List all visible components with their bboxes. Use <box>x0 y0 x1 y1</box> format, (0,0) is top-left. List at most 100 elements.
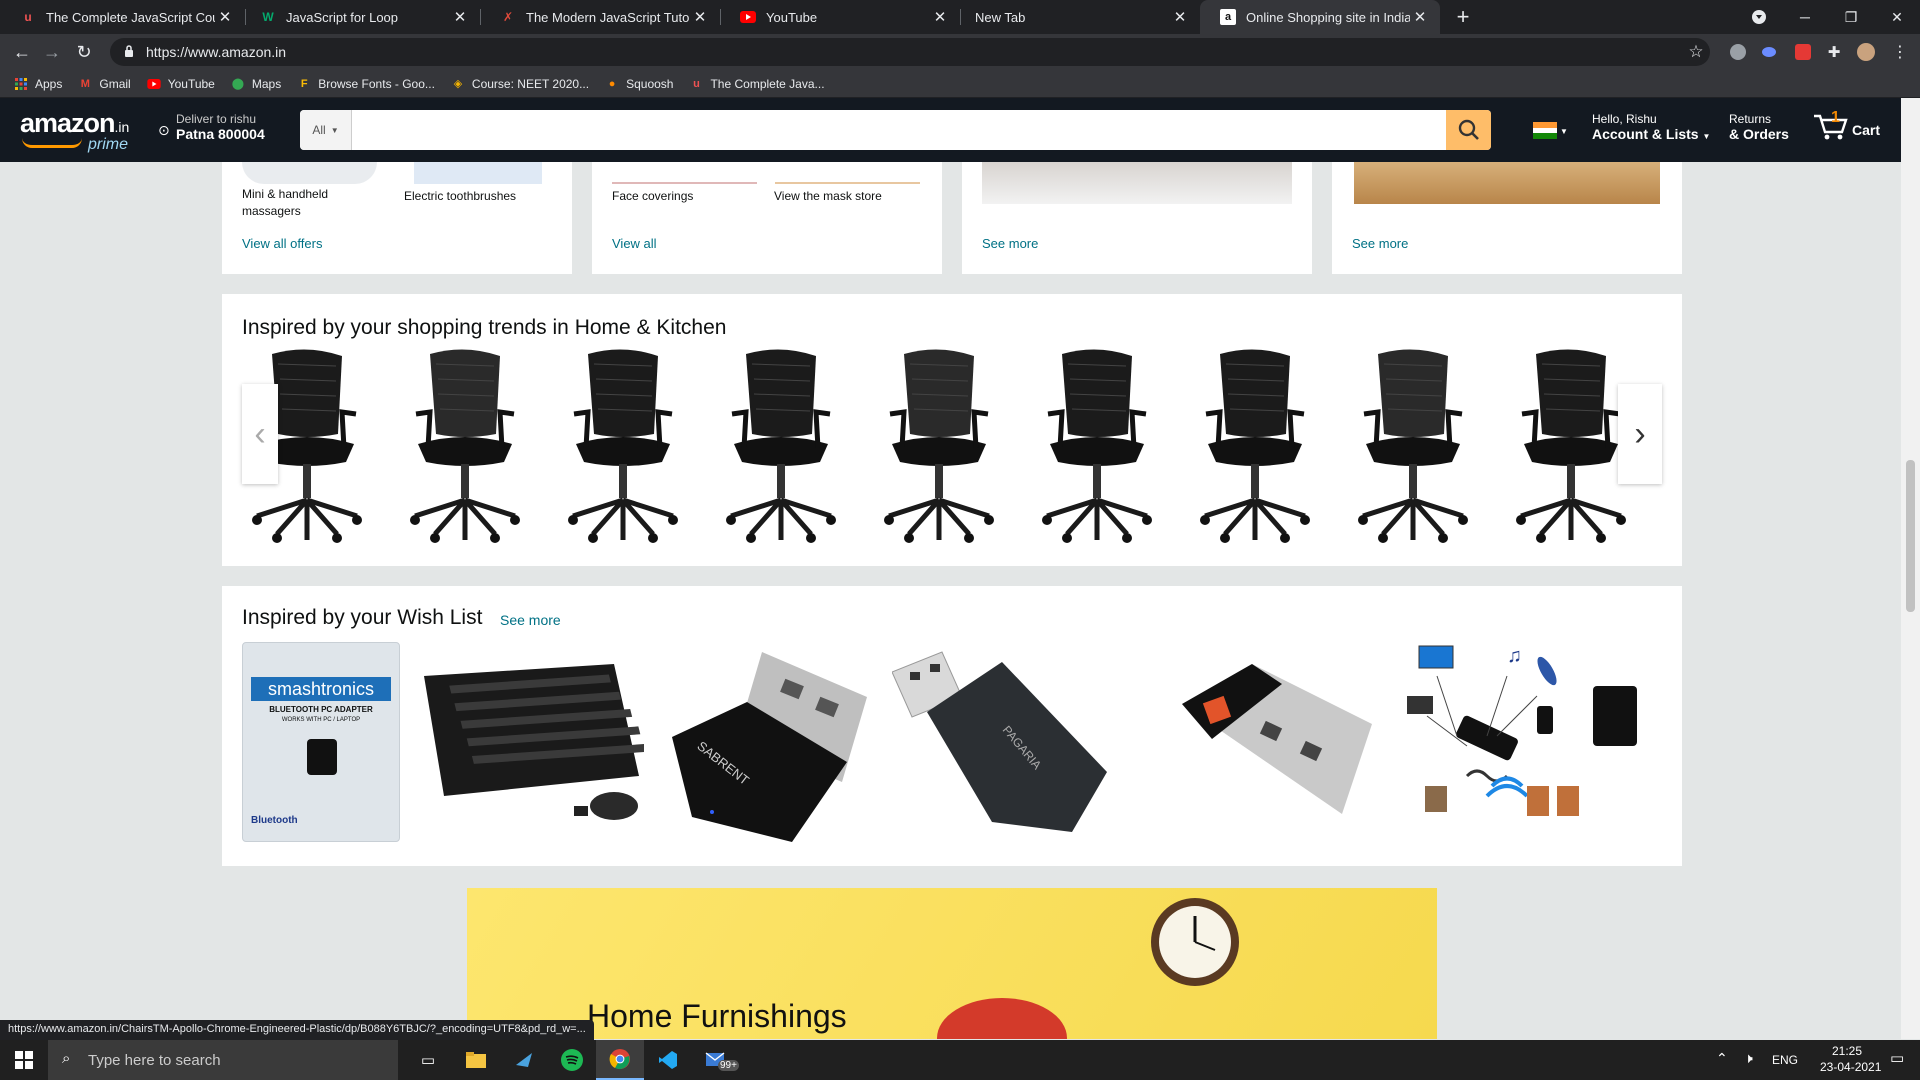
bookmark-squoosh[interactable]: ● Squoosh <box>605 77 674 91</box>
carousel-prev-button[interactable]: ‹ <box>242 384 278 484</box>
chrome-menu-icon[interactable]: ⋮ <box>1888 40 1912 64</box>
profile-menu-icon[interactable] <box>1736 0 1782 34</box>
bookmark-neet-course[interactable]: ◈ Course: NEET 2020... <box>451 77 589 91</box>
clock-date[interactable]: 23-04-2021 <box>1820 1060 1881 1074</box>
bookmark-youtube[interactable]: YouTube <box>147 77 215 91</box>
bluetooth-adapter-product[interactable]: smashtronics BLUETOOTH PC ADAPTER WORKS … <box>242 642 400 842</box>
youtube-icon <box>740 9 756 25</box>
address-bar[interactable]: https://www.amazon.in <box>110 38 1710 66</box>
bookmark-star-icon[interactable]: ☆ <box>1684 40 1708 64</box>
tile-caption[interactable]: Face coverings <box>612 188 693 205</box>
page-scrollbar[interactable] <box>1901 98 1920 1039</box>
see-more-link[interactable]: See more <box>1352 236 1408 251</box>
furniture-image[interactable] <box>982 162 1292 204</box>
file-explorer-icon[interactable] <box>452 1040 500 1080</box>
scrollbar-thumb[interactable] <box>1906 460 1915 612</box>
tile-caption[interactable]: Electric toothbrushes <box>404 188 516 205</box>
close-icon[interactable]: ✕ <box>930 8 950 26</box>
chrome-taskbar-icon[interactable] <box>596 1040 644 1080</box>
tile-caption[interactable]: Mini & handheld massagers <box>242 186 362 220</box>
extensions-puzzle-icon[interactable]: ✚ <box>1822 40 1846 64</box>
search-category-dropdown[interactable]: All ▼ <box>300 110 352 150</box>
volume-icon[interactable]: 🕨 <box>1744 1050 1753 1067</box>
close-icon[interactable]: ✕ <box>690 8 710 26</box>
home-decor-image[interactable] <box>1354 162 1660 204</box>
sabrent-adapter-product[interactable]: SABRENT <box>652 642 882 852</box>
close-icon[interactable]: ✕ <box>215 8 235 26</box>
face-covering-image[interactable] <box>612 162 757 184</box>
tab-new-tab[interactable]: New Tab ✕ <box>955 0 1200 34</box>
tab-udemy[interactable]: u The Complete JavaScript Course ✕ <box>0 0 245 34</box>
bookmark-udemy[interactable]: u The Complete Java... <box>689 77 824 91</box>
close-window-icon[interactable]: ✕ <box>1874 0 1920 34</box>
wishlist-see-more-link[interactable]: See more <box>500 612 561 628</box>
spotify-icon[interactable] <box>548 1040 596 1080</box>
close-icon[interactable]: ✕ <box>450 8 470 26</box>
close-icon[interactable]: ✕ <box>1170 8 1190 26</box>
card-masks: Face coverings View the mask store View … <box>592 162 942 274</box>
tab-title: Online Shopping site in India: Sh <box>1246 9 1410 25</box>
office-chair-product[interactable] <box>1032 344 1162 544</box>
vscode-icon[interactable] <box>644 1040 692 1080</box>
taskbar-search-input[interactable]: ⌕ Type here to search <box>48 1040 398 1080</box>
account-and-lists[interactable]: Hello, Rishu Account & Lists ▼ <box>1592 112 1710 144</box>
avatar[interactable] <box>1857 43 1875 61</box>
usb-receiver-product[interactable] <box>1172 644 1382 844</box>
see-more-link[interactable]: See more <box>982 236 1038 251</box>
bookmark-maps[interactable]: ⬤ Maps <box>231 77 282 91</box>
view-all-link[interactable]: View all <box>612 236 657 251</box>
bookmark-gmail[interactable]: M Gmail <box>78 77 131 91</box>
minimize-icon[interactable]: ─ <box>1782 0 1828 34</box>
lock-icon <box>124 44 134 60</box>
extension-icon-1[interactable] <box>1730 44 1746 60</box>
tab-title: YouTube <box>766 9 818 25</box>
massager-image[interactable] <box>242 162 377 184</box>
india-flag-icon[interactable] <box>1533 122 1557 139</box>
office-chair-product[interactable] <box>874 344 1004 544</box>
w3-icon: W <box>262 10 274 24</box>
returns-and-orders[interactable]: Returns & Orders <box>1729 112 1789 142</box>
view-all-offers-link[interactable]: View all offers <box>242 236 322 251</box>
office-chair-product[interactable] <box>558 344 688 544</box>
language-indicator[interactable]: ENG <box>1772 1053 1798 1067</box>
office-chair-product[interactable] <box>716 344 846 544</box>
office-chair-product[interactable] <box>1506 344 1636 544</box>
mask-store-image[interactable] <box>775 162 920 184</box>
extension-icon-2[interactable] <box>1762 47 1776 57</box>
office-chair-product[interactable] <box>1348 344 1478 544</box>
forward-arrow-icon[interactable]: → <box>40 40 64 64</box>
search-input[interactable] <box>352 110 1446 150</box>
pagaria-adapter-product[interactable]: PAGARIA <box>892 642 1122 852</box>
office-chair-product[interactable] <box>1190 344 1320 544</box>
keyboard-product[interactable] <box>414 656 644 826</box>
search-button[interactable] <box>1446 110 1491 150</box>
reload-icon[interactable]: ↻ <box>72 40 96 64</box>
cart-button[interactable]: 1 Cart <box>1812 109 1880 140</box>
tab-javascript-info[interactable]: ✗ The Modern JavaScript Tutorial ✕ <box>480 0 720 34</box>
bookmark-apps[interactable]: Apps <box>14 77 62 91</box>
restore-icon[interactable]: ❐ <box>1828 0 1874 34</box>
notification-icon[interactable]: ▭ <box>1890 1049 1904 1067</box>
bluetooth-receiver-product[interactable]: ♫ <box>1397 636 1657 846</box>
tab-w3schools[interactable]: W JavaScript for Loop ✕ <box>240 0 480 34</box>
amazon-logo[interactable]: amazon.in prime <box>20 108 129 153</box>
clock-time[interactable]: 21:25 <box>1832 1044 1862 1058</box>
extension-icon-3[interactable] <box>1795 44 1811 60</box>
tab-amazon[interactable]: a Online Shopping site in India: Sh ✕ <box>1200 0 1440 34</box>
chevron-up-icon[interactable]: ⌃ <box>1716 1050 1728 1067</box>
deliver-to-location[interactable]: ⊙ Deliver to rishu Patna 800004 <box>158 112 265 142</box>
bookmark-google-fonts[interactable]: F Browse Fonts - Goo... <box>297 77 435 91</box>
toothbrush-image[interactable] <box>414 162 542 184</box>
close-icon[interactable]: ✕ <box>1410 8 1430 26</box>
mail-icon[interactable]: 99+ <box>692 1040 740 1080</box>
task-view-icon[interactable]: ▭ <box>404 1040 452 1080</box>
carousel-next-button[interactable]: › <box>1618 384 1662 484</box>
app-icon[interactable] <box>500 1040 548 1080</box>
tile-caption[interactable]: View the mask store <box>774 188 882 205</box>
tab-youtube[interactable]: YouTube ✕ <box>720 0 960 34</box>
new-tab-button[interactable]: + <box>1440 0 1486 34</box>
home-furnishings-banner[interactable]: Home Furnishings <box>467 888 1437 1039</box>
back-arrow-icon[interactable]: ← <box>10 40 34 64</box>
office-chair-product[interactable] <box>400 344 530 544</box>
windows-start-icon[interactable] <box>0 1040 48 1080</box>
